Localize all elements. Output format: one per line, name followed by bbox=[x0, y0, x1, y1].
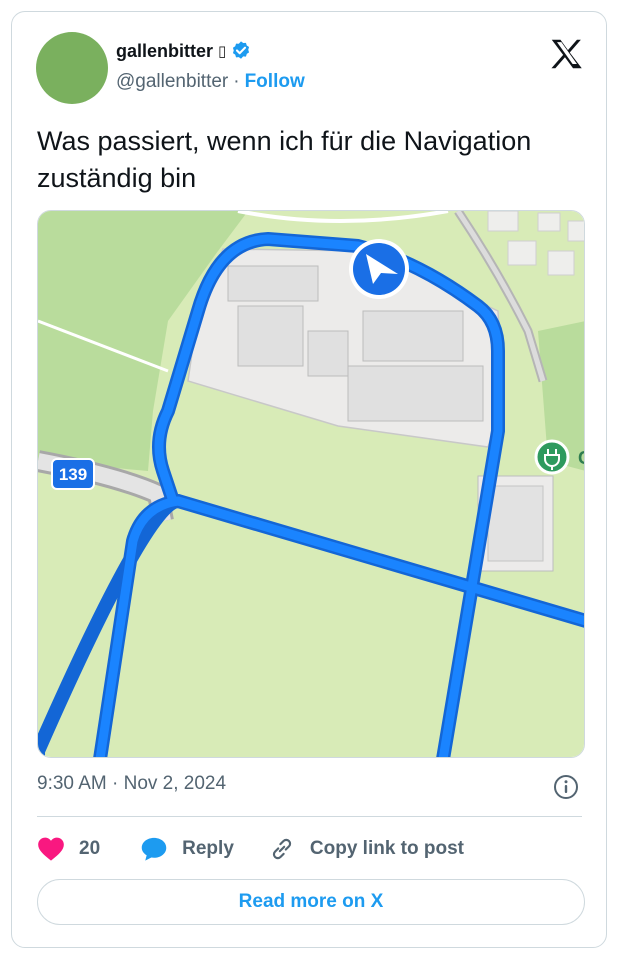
separator-dot: · bbox=[233, 71, 240, 92]
building bbox=[237, 305, 304, 367]
author-name-row[interactable]: gallenbitter ▯ bbox=[116, 40, 252, 62]
reply-bubble-icon bbox=[141, 837, 167, 861]
likes-count: 20 bbox=[79, 838, 101, 859]
poi-label: G bbox=[578, 448, 585, 468]
timestamp[interactable]: 9:30 AM · Nov 2, 2024 bbox=[37, 773, 226, 795]
reply-button[interactable]: Reply bbox=[140, 836, 234, 862]
read-more-label: Read more on X bbox=[238, 891, 384, 912]
building bbox=[307, 330, 349, 377]
building bbox=[362, 310, 464, 362]
display-name[interactable]: gallenbitter bbox=[116, 41, 213, 62]
x-logo-icon[interactable] bbox=[548, 36, 584, 72]
road-number: 139 bbox=[59, 465, 87, 484]
map-screenshot-media[interactable]: 139 G bbox=[37, 210, 585, 758]
house bbox=[537, 212, 561, 232]
link-icon bbox=[272, 838, 292, 860]
avatar[interactable] bbox=[36, 32, 108, 104]
read-more-button[interactable]: Read more on X bbox=[37, 879, 585, 925]
follow-link[interactable]: Follow bbox=[245, 71, 305, 92]
house bbox=[507, 240, 537, 266]
verified-badge-icon bbox=[233, 41, 250, 59]
divider bbox=[37, 816, 582, 817]
handle-row: @gallenbitter · Follow bbox=[116, 71, 305, 93]
name-emoji-glyph: ▯ bbox=[218, 43, 227, 60]
like-button[interactable]: 20 bbox=[37, 836, 100, 862]
building bbox=[347, 365, 484, 422]
house bbox=[567, 220, 584, 242]
copy-link-label: Copy link to post bbox=[309, 838, 464, 859]
tweet-text: Was passiert, wenn ich für die Navigatio… bbox=[37, 126, 532, 193]
map-image: 139 G bbox=[38, 211, 585, 757]
action-bar: 20 Reply Copy link to post bbox=[37, 834, 464, 864]
house bbox=[547, 250, 575, 276]
building bbox=[227, 265, 319, 302]
copy-link-button[interactable]: Copy link to post bbox=[268, 836, 464, 862]
info-icon[interactable] bbox=[553, 774, 579, 800]
house bbox=[487, 211, 519, 232]
tweet-card: gallenbitter ▯ @gallenbitter · Follow Was … bbox=[11, 11, 607, 948]
heart-icon bbox=[38, 837, 64, 861]
user-handle[interactable]: @gallenbitter bbox=[116, 71, 228, 92]
reply-label: Reply bbox=[182, 838, 234, 859]
